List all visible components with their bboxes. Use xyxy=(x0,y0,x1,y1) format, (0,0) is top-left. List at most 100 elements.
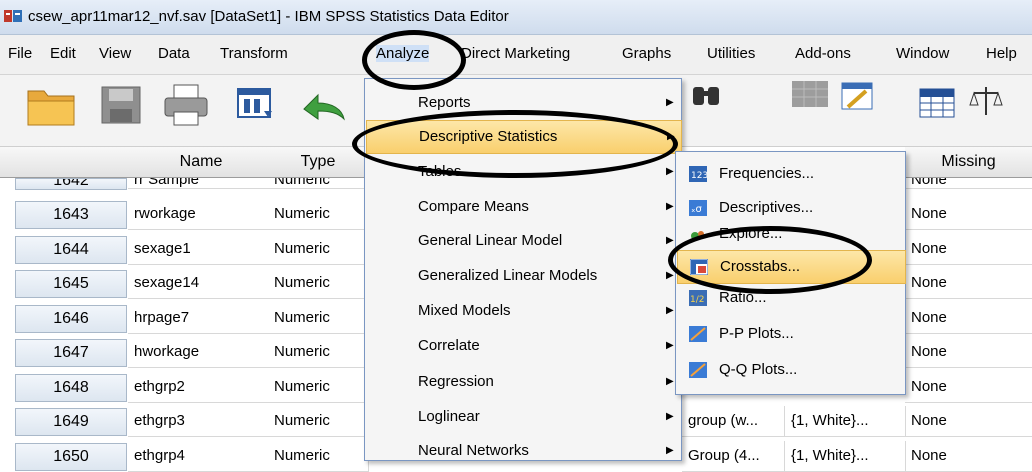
cell-name[interactable]: ethgrp4 xyxy=(128,441,269,472)
submenu-arrow-icon: ▶ xyxy=(666,411,674,422)
cell-label[interactable]: group (w... xyxy=(682,406,785,437)
save-icon[interactable] xyxy=(100,85,142,125)
menu-item-tables[interactable]: Tables ▶ xyxy=(366,156,680,188)
submenu-item-frequencies[interactable]: 123 Frequencies... xyxy=(677,158,904,190)
cell-missing[interactable]: None xyxy=(905,303,1032,334)
svg-text:123: 123 xyxy=(691,171,707,181)
split-file-icon[interactable] xyxy=(840,81,874,111)
crosstabs-icon xyxy=(690,259,708,275)
row-number[interactable]: 1650 xyxy=(15,443,127,471)
p-p-plots-icon xyxy=(689,326,707,342)
svg-text:1/2: 1/2 xyxy=(690,295,704,305)
row-number[interactable]: 1647 xyxy=(15,339,127,367)
descriptive-statistics-submenu: 123 Frequencies... ₓσ Descriptives... Ex… xyxy=(675,151,906,395)
cell-type[interactable]: Numeric xyxy=(268,178,369,189)
menu-direct-marketing[interactable]: Direct Marketing xyxy=(461,45,570,62)
menu-item-neural-networks[interactable]: Neural Networks ▶ xyxy=(366,435,680,467)
row-number[interactable]: 1646 xyxy=(15,305,127,333)
cell-missing[interactable]: None xyxy=(905,372,1032,403)
cell-values[interactable]: {1, White}... xyxy=(785,441,906,472)
menu-item-regression[interactable]: Regression ▶ xyxy=(366,366,680,398)
cell-missing[interactable]: None xyxy=(905,441,1032,472)
menu-window[interactable]: Window xyxy=(896,45,949,62)
cell-missing[interactable]: None xyxy=(905,199,1032,230)
cell-type[interactable]: Numeric xyxy=(268,441,369,472)
menu-utilities[interactable]: Utilities xyxy=(707,45,755,62)
cell-type[interactable]: Numeric xyxy=(268,337,369,368)
menu-analyze[interactable]: Analyze xyxy=(376,45,430,62)
row-number[interactable]: 1644 xyxy=(15,236,127,264)
cell-name[interactable]: rworkage xyxy=(128,199,269,230)
menu-item-generalized-linear-models[interactable]: Generalized Linear Models ▶ xyxy=(366,260,680,292)
submenu-arrow-icon: ▶ xyxy=(667,131,675,142)
menu-transform[interactable]: Transform xyxy=(220,45,288,62)
menu-edit[interactable]: Edit xyxy=(50,45,76,62)
menu-view[interactable]: View xyxy=(99,45,131,62)
ratio-icon: 1/2 xyxy=(689,290,707,306)
submenu-item-crosstabs[interactable]: Crosstabs... xyxy=(677,250,906,284)
cell-label[interactable]: Group (4... xyxy=(682,441,785,472)
undo-icon[interactable] xyxy=(300,89,348,123)
column-header-type[interactable]: Type xyxy=(268,147,369,178)
cell-name[interactable]: sexage1 xyxy=(128,234,269,265)
cell-missing[interactable]: None xyxy=(905,234,1032,265)
menu-item-loglinear[interactable]: Loglinear ▶ xyxy=(366,401,680,433)
cell-missing[interactable]: None xyxy=(905,406,1032,437)
row-number[interactable]: 1648 xyxy=(15,374,127,402)
cell-missing[interactable]: None xyxy=(905,178,1032,189)
cell-type[interactable]: Numeric xyxy=(268,268,369,299)
menu-item-correlate[interactable]: Correlate ▶ xyxy=(366,330,680,362)
row-number[interactable]: 1642 xyxy=(15,178,127,190)
submenu-arrow-icon: ▶ xyxy=(666,201,674,212)
row-number[interactable]: 1645 xyxy=(15,270,127,298)
menu-graphs[interactable]: Graphs xyxy=(622,45,671,62)
cell-name[interactable]: hworkage xyxy=(128,337,269,368)
cell-name[interactable]: sexage14 xyxy=(128,268,269,299)
row-number[interactable]: 1649 xyxy=(15,408,127,436)
frequencies-icon: 123 xyxy=(689,166,707,182)
cell-type[interactable]: Numeric xyxy=(268,406,369,437)
column-header-missing[interactable]: Missing xyxy=(905,147,1032,178)
cell-name[interactable]: ethgrp2 xyxy=(128,372,269,403)
cell-name[interactable]: rr Sample xyxy=(128,178,269,189)
value-labels-icon[interactable] xyxy=(918,87,956,119)
menu-item-reports[interactable]: Reports ▶ xyxy=(366,87,680,119)
submenu-arrow-icon: ▶ xyxy=(666,305,674,316)
submenu-item-ratio[interactable]: 1/2 Ratio... xyxy=(677,282,904,314)
svg-text:ₓσ: ₓσ xyxy=(691,204,702,215)
submenu-item-p-p-plots[interactable]: P-P Plots... xyxy=(677,318,904,350)
open-icon[interactable] xyxy=(26,83,76,127)
print-icon[interactable] xyxy=(163,83,209,127)
cell-type[interactable]: Numeric xyxy=(268,372,369,403)
submenu-arrow-icon: ▶ xyxy=(666,445,674,456)
find-icon[interactable] xyxy=(690,83,724,107)
cell-values[interactable]: {1, White}... xyxy=(785,406,906,437)
cell-type[interactable]: Numeric xyxy=(268,234,369,265)
menu-add-ons[interactable]: Add-ons xyxy=(795,45,851,62)
cell-type[interactable]: Numeric xyxy=(268,199,369,230)
menu-help[interactable]: Help xyxy=(986,45,1017,62)
menu-file[interactable]: File xyxy=(8,45,32,62)
row-number[interactable]: 1643 xyxy=(15,201,127,229)
cell-missing[interactable]: None xyxy=(905,337,1032,368)
dialog-recall-icon[interactable] xyxy=(236,87,276,123)
window-title: csew_apr11mar12_nvf.sav [DataSet1] - IBM… xyxy=(28,8,509,25)
menu-item-descriptive-statistics[interactable]: Descriptive Statistics ▶ xyxy=(366,120,682,154)
menu-item-general-linear-model[interactable]: General Linear Model ▶ xyxy=(366,225,680,257)
explore-icon xyxy=(691,231,704,240)
spss-app-icon xyxy=(4,10,22,22)
submenu-item-explore[interactable]: Explore... xyxy=(677,218,904,250)
menu-data[interactable]: Data xyxy=(158,45,190,62)
submenu-arrow-icon: ▶ xyxy=(666,340,674,351)
cell-name[interactable]: hrpage7 xyxy=(128,303,269,334)
weight-icon[interactable] xyxy=(968,85,1004,119)
menu-item-mixed-models[interactable]: Mixed Models ▶ xyxy=(366,295,680,327)
cell-missing[interactable]: None xyxy=(905,268,1032,299)
analyze-menu: Reports ▶ Descriptive Statistics ▶ Tables ▶… xyxy=(364,78,682,461)
column-header-name[interactable]: Name xyxy=(134,147,269,178)
insert-cases-icon[interactable] xyxy=(790,79,830,109)
menu-item-compare-means[interactable]: Compare Means ▶ xyxy=(366,191,680,223)
cell-name[interactable]: ethgrp3 xyxy=(128,406,269,437)
submenu-item-q-q-plots[interactable]: Q-Q Plots... xyxy=(677,354,904,386)
cell-type[interactable]: Numeric xyxy=(268,303,369,334)
